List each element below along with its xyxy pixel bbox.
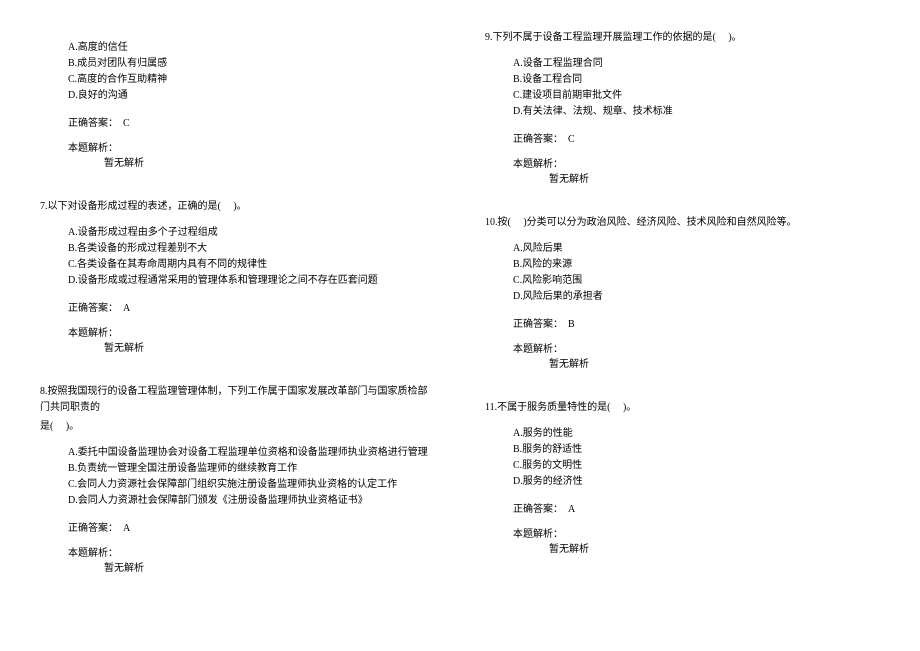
question-stem-line2: 是( )。: [40, 419, 435, 435]
option-b: B.设备工程合同: [513, 72, 880, 88]
option-d: D.良好的沟通: [68, 88, 435, 104]
option-a: A.设备工程监理合同: [513, 56, 880, 72]
options-group: A.设备工程监理合同 B.设备工程合同 C.建设项目前期审批文件 D.有关法律、…: [485, 56, 880, 120]
analysis-text: 暂无解析: [40, 559, 435, 574]
option-a: A.服务的性能: [513, 426, 880, 442]
options-group: A.高度的信任 B.成员对团队有归属感 C.高度的合作互助精神 D.良好的沟通: [40, 40, 435, 104]
analysis-text: 暂无解析: [485, 540, 880, 555]
option-b: B.服务的舒适性: [513, 442, 880, 458]
analysis-label: 本题解析：: [485, 525, 880, 540]
option-b: B.各类设备的形成过程差别不大: [68, 241, 435, 257]
option-c: C.服务的文明性: [513, 458, 880, 474]
option-b: B.成员对团队有归属感: [68, 56, 435, 72]
analysis-label: 本题解析：: [40, 139, 435, 154]
option-d: D.风险后果的承担者: [513, 289, 880, 305]
question-11: 11.不属于服务质量特性的是( )。 A.服务的性能 B.服务的舒适性 C.服务…: [485, 400, 880, 567]
question-6-tail: A.高度的信任 B.成员对团队有归属感 C.高度的合作互助精神 D.良好的沟通 …: [40, 30, 435, 181]
option-c: C.会同人力资源社会保障部门组织实施注册设备监理师执业资格的认定工作: [68, 477, 435, 493]
analysis-label: 本题解析：: [40, 544, 435, 559]
question-7: 7.以下对设备形成过程的表述，正确的是( )。 A.设备形成过程由多个子过程组成…: [40, 199, 435, 366]
option-a: A.设备形成过程由多个子过程组成: [68, 225, 435, 241]
analysis-text: 暂无解析: [485, 170, 880, 185]
option-b: B.负责统一管理全国注册设备监理师的继续教育工作: [68, 461, 435, 477]
question-9: 9.下列不属于设备工程监理开展监理工作的依据的是( )。 A.设备工程监理合同 …: [485, 30, 880, 197]
correct-answer: 正确答案： A: [485, 500, 880, 515]
left-column: A.高度的信任 B.成员对团队有归属感 C.高度的合作互助精神 D.良好的沟通 …: [40, 30, 435, 604]
option-c: C.建设项目前期审批文件: [513, 88, 880, 104]
right-column: 9.下列不属于设备工程监理开展监理工作的依据的是( )。 A.设备工程监理合同 …: [485, 30, 880, 604]
option-d: D.服务的经济性: [513, 474, 880, 490]
question-8: 8.按照我国现行的设备工程监理管理体制，下列工作属于国家发展改革部门与国家质检部…: [40, 384, 435, 586]
analysis-text: 暂无解析: [40, 154, 435, 169]
correct-answer: 正确答案： C: [485, 130, 880, 145]
question-10: 10.按( )分类可以分为政治风险、经济风险、技术风险和自然风险等。 A.风险后…: [485, 215, 880, 382]
option-c: C.高度的合作互助精神: [68, 72, 435, 88]
option-b: B.风险的来源: [513, 257, 880, 273]
option-a: A.委托中国设备监理协会对设备工程监理单位资格和设备监理师执业资格进行管理: [68, 445, 435, 461]
analysis-text: 暂无解析: [485, 355, 880, 370]
question-stem: 7.以下对设备形成过程的表述，正确的是( )。: [40, 199, 435, 215]
options-group: A.委托中国设备监理协会对设备工程监理单位资格和设备监理师执业资格进行管理 B.…: [40, 445, 435, 509]
options-group: A.设备形成过程由多个子过程组成 B.各类设备的形成过程差别不大 C.各类设备在…: [40, 225, 435, 289]
question-stem-line1: 8.按照我国现行的设备工程监理管理体制，下列工作属于国家发展改革部门与国家质检部…: [40, 384, 435, 416]
options-group: A.服务的性能 B.服务的舒适性 C.服务的文明性 D.服务的经济性: [485, 426, 880, 490]
analysis-label: 本题解析：: [485, 155, 880, 170]
option-a: A.风险后果: [513, 241, 880, 257]
question-stem: 9.下列不属于设备工程监理开展监理工作的依据的是( )。: [485, 30, 880, 46]
correct-answer: 正确答案： C: [40, 114, 435, 129]
option-d: D.有关法律、法规、规章、技术标准: [513, 104, 880, 120]
options-group: A.风险后果 B.风险的来源 C.风险影响范围 D.风险后果的承担者: [485, 241, 880, 305]
correct-answer: 正确答案： A: [40, 299, 435, 314]
question-stem: 11.不属于服务质量特性的是( )。: [485, 400, 880, 416]
analysis-text: 暂无解析: [40, 339, 435, 354]
analysis-label: 本题解析：: [40, 324, 435, 339]
option-d: D.设备形成或过程通常采用的管理体系和管理理论之间不存在匹套问题: [68, 273, 435, 289]
option-a: A.高度的信任: [68, 40, 435, 56]
question-stem: 10.按( )分类可以分为政治风险、经济风险、技术风险和自然风险等。: [485, 215, 880, 231]
option-d: D.会同人力资源社会保障部门颁发《注册设备监理师执业资格证书》: [68, 493, 435, 509]
option-c: C.各类设备在其寿命周期内具有不同的规律性: [68, 257, 435, 273]
correct-answer: 正确答案： B: [485, 315, 880, 330]
option-c: C.风险影响范围: [513, 273, 880, 289]
page-container: A.高度的信任 B.成员对团队有归属感 C.高度的合作互助精神 D.良好的沟通 …: [40, 30, 880, 604]
correct-answer: 正确答案： A: [40, 519, 435, 534]
analysis-label: 本题解析：: [485, 340, 880, 355]
